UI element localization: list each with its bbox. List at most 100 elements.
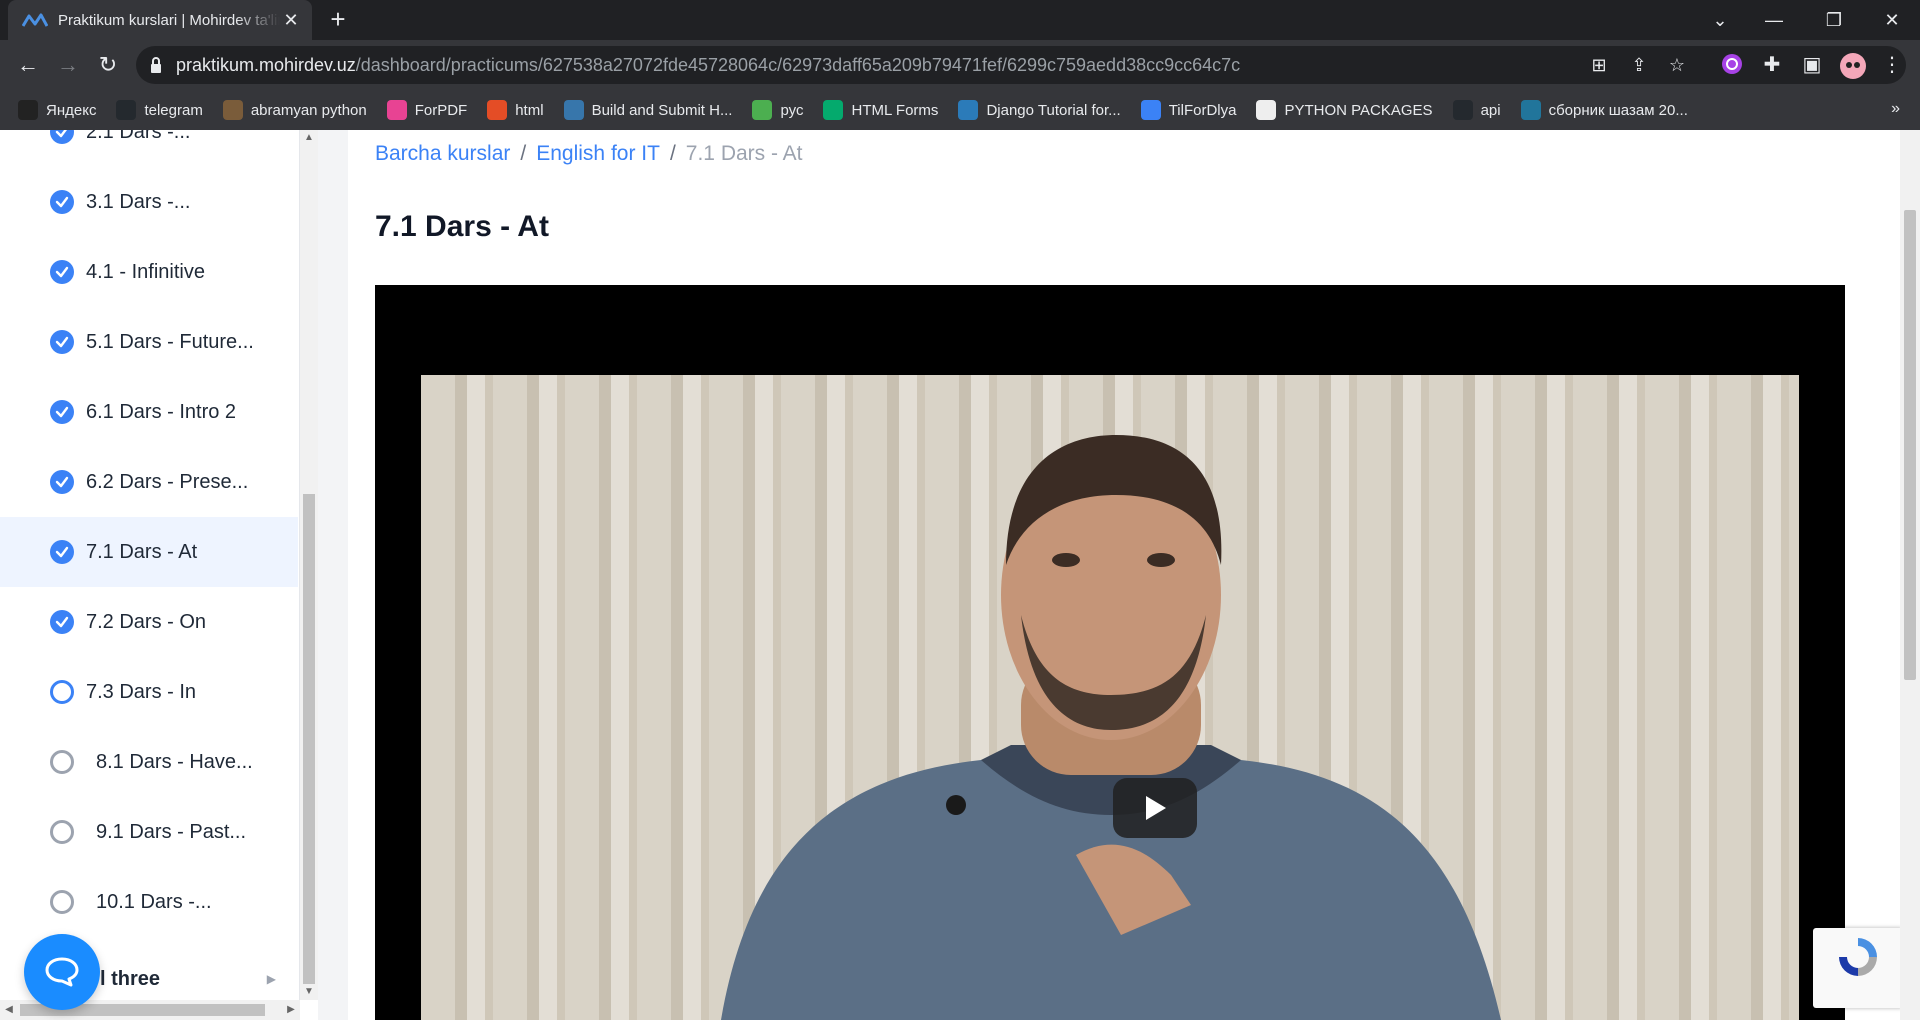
side-panel-icon[interactable]: ▣ <box>1800 53 1824 77</box>
bookmark-star-icon[interactable]: ☆ <box>1666 54 1688 76</box>
bookmark-item[interactable]: Build and Submit H... <box>563 100 732 120</box>
menu-kebab-icon[interactable]: ⋮ <box>1880 53 1904 77</box>
bookmark-item[interactable]: ForPDF <box>386 100 467 120</box>
bookmark-item[interactable]: сборник шазам 20... <box>1520 100 1688 120</box>
tab-bar: Praktikum kurslari | Mohirdev ta'limi ✕ … <box>0 0 1920 40</box>
profile-avatar[interactable] <box>1840 53 1866 79</box>
bookmark-label: telegram <box>144 101 203 119</box>
breadcrumb-course[interactable]: English for IT <box>536 142 660 165</box>
check-circle-icon <box>50 610 74 634</box>
bookmark-item[interactable]: Яндекс <box>18 100 96 120</box>
wordpress-icon <box>1520 100 1541 120</box>
yandex-icon <box>18 100 38 120</box>
minimize-icon[interactable]: — <box>1748 0 1800 40</box>
section-label: l three <box>100 967 161 990</box>
lesson-item[interactable]: 6.1 Dars - Intro 2 <box>0 377 298 447</box>
bookmark-item[interactable]: telegram <box>116 100 203 120</box>
bookmark-item[interactable]: html <box>487 100 544 120</box>
bookmark-label: api <box>1480 101 1501 119</box>
lesson-label: 5.1 Dars - Future... <box>86 330 254 353</box>
chat-support-button[interactable] <box>24 934 100 1010</box>
check-circle-icon <box>50 540 74 564</box>
lesson-item[interactable]: 7.3 Dars - In <box>0 657 298 727</box>
breadcrumb: Barcha kurslar / English for IT / 7.1 Dars -… <box>375 142 803 166</box>
lesson-label: 8.1 Dars - Have... <box>96 750 253 773</box>
check-circle-icon <box>50 330 74 354</box>
sidebar-scrollbar[interactable]: ▲ ▼ <box>300 130 318 1000</box>
address-bar[interactable]: praktikum.mohirdev.uz/dashboard/practicu… <box>136 46 1906 84</box>
lesson-sidebar: 2.1 Dars -... 3.1 Dars -... 4.1 - Infiniti… <box>0 130 300 1020</box>
close-tab-icon[interactable]: ✕ <box>280 10 302 31</box>
video-player[interactable] <box>375 285 1845 1020</box>
scroll-down-icon[interactable]: ▼ <box>300 984 318 1000</box>
url-text: praktikum.mohirdev.uz/dashboard/practicu… <box>176 55 1241 75</box>
scroll-right-icon[interactable]: ▶ <box>282 1000 300 1020</box>
lesson-item[interactable]: 7.2 Dars - On <box>0 587 298 657</box>
play-button[interactable] <box>1113 778 1197 838</box>
lesson-item[interactable]: 10.1 Dars -... <box>0 867 298 937</box>
bookmark-label: TilForDlya <box>1168 101 1237 119</box>
lesson-label: 10.1 Dars -... <box>96 890 212 913</box>
recaptcha-badge[interactable] <box>1813 928 1903 1008</box>
extension-icon[interactable] <box>1720 53 1744 77</box>
page-scrollbar[interactable] <box>1900 130 1920 1020</box>
browser-tab[interactable]: Praktikum kurslari | Mohirdev ta'limi ✕ <box>8 0 312 40</box>
bookmark-label: Django Tutorial for... <box>986 101 1121 119</box>
lesson-label: 6.1 Dars - Intro 2 <box>86 400 237 423</box>
empty-circle-icon <box>50 820 74 844</box>
breadcrumb-separator: / <box>669 142 676 165</box>
check-circle-icon <box>50 130 74 144</box>
instructor-video-image <box>721 435 1501 1020</box>
close-window-icon[interactable]: ✕ <box>1866 0 1918 40</box>
django-icon <box>958 100 979 120</box>
bookmark-label: abramyan python <box>250 101 367 119</box>
bookmark-item[interactable]: abramyan python <box>222 100 367 120</box>
breadcrumb-all-courses[interactable]: Barcha kurslar <box>375 142 510 165</box>
python-icon <box>563 100 584 120</box>
reload-icon[interactable]: ↻ <box>94 51 122 79</box>
scroll-up-icon[interactable]: ▲ <box>300 130 318 146</box>
expand-caret-icon[interactable]: ▶ <box>267 972 276 986</box>
scrollbar-thumb[interactable] <box>303 494 315 984</box>
lesson-item[interactable]: 2.1 Dars -... <box>0 130 298 167</box>
bookmark-item[interactable]: api <box>1452 100 1501 120</box>
scroll-left-icon[interactable]: ◀ <box>0 1000 18 1020</box>
bookmark-label: html <box>515 101 544 119</box>
breadcrumb-separator: / <box>520 142 527 165</box>
lesson-label: 9.1 Dars - Past... <box>96 820 247 843</box>
back-icon[interactable]: ← <box>14 51 42 79</box>
lesson-item[interactable]: 8.1 Dars - Have... <box>0 727 298 797</box>
lesson-item[interactable]: 4.1 - Infinitive <box>0 237 298 307</box>
page: 2.1 Dars -... 3.1 Dars -... 4.1 - Infiniti… <box>0 130 1920 1020</box>
translate-icon[interactable]: ⊞ <box>1588 54 1610 76</box>
lesson-item[interactable]: 6.2 Dars - Prese... <box>0 447 298 517</box>
check-circle-icon <box>50 190 74 214</box>
scrollbar-thumb[interactable] <box>1904 210 1916 680</box>
progress-circle-icon <box>50 680 74 704</box>
cube-icon <box>1256 100 1277 120</box>
tilfordlya-icon <box>1140 100 1161 120</box>
grid-icon <box>386 100 407 120</box>
tab-search-icon[interactable]: ⌄ <box>1694 0 1746 40</box>
check-circle-icon <box>50 470 74 494</box>
lesson-item[interactable]: 3.1 Dars -... <box>0 167 298 237</box>
bookmark-label: сборник шазам 20... <box>1548 101 1688 119</box>
check-icon <box>752 100 773 120</box>
forward-icon[interactable]: → <box>54 51 82 79</box>
lesson-item[interactable]: 9.1 Dars - Past... <box>0 797 298 867</box>
share-icon[interactable]: ⇪ <box>1628 54 1650 76</box>
bookmark-item[interactable]: Django Tutorial for... <box>958 100 1121 120</box>
more-bookmarks-icon[interactable]: » <box>1891 100 1900 118</box>
bookmark-item[interactable]: PYTHON PACKAGES <box>1256 100 1433 120</box>
restore-icon[interactable]: ❐ <box>1808 0 1860 40</box>
bookmark-item[interactable]: TilForDlya <box>1140 100 1237 120</box>
video-frame <box>421 375 1799 1020</box>
lesson-item[interactable]: 7.1 Dars - At <box>0 517 298 587</box>
new-tab-button[interactable]: + <box>324 6 352 34</box>
bookmark-item[interactable]: HTML Forms <box>823 100 938 120</box>
puzzle-icon[interactable]: ✚ <box>1760 53 1784 77</box>
lesson-label: 7.3 Dars - In <box>86 680 197 703</box>
lesson-item[interactable]: 5.1 Dars - Future... <box>0 307 298 377</box>
lesson-label: 4.1 - Infinitive <box>86 260 205 283</box>
bookmark-item[interactable]: рус <box>752 100 803 120</box>
